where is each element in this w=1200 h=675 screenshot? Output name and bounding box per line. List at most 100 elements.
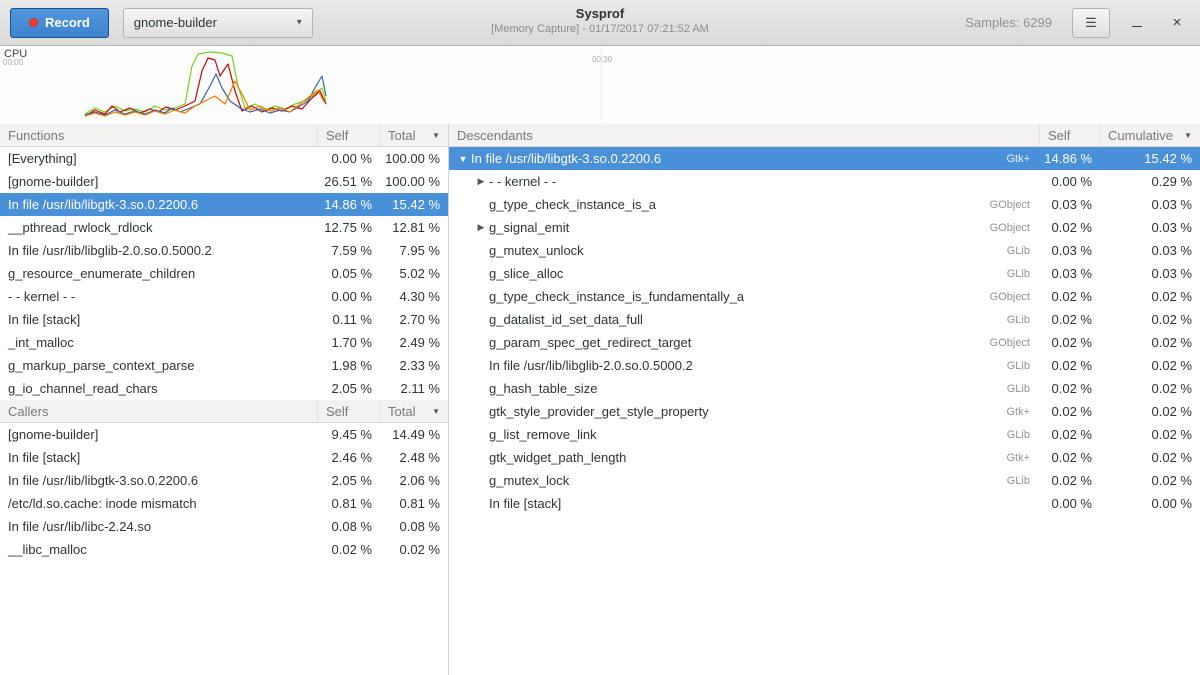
callers-self-column-header[interactable]: Self [318, 400, 380, 422]
cumulative-value: 15.42 % [1100, 151, 1200, 166]
cumulative-value: 0.02 % [1100, 450, 1200, 465]
callers-column-header[interactable]: Callers [0, 400, 318, 422]
table-row[interactable]: In file /usr/lib/libgtk-3.so.0.2200.62.0… [0, 469, 448, 492]
tree-row[interactable]: g_hash_table_sizeGLib0.02 %0.02 % [449, 377, 1200, 400]
table-row[interactable]: [gnome-builder]26.51 %100.00 % [0, 170, 448, 193]
menu-button[interactable]: ☰ [1072, 8, 1110, 38]
tree-row[interactable]: g_type_check_instance_is_aGObject0.03 %0… [449, 193, 1200, 216]
self-value: 2.05 % [318, 381, 380, 396]
hamburger-icon: ☰ [1085, 15, 1097, 31]
self-value: 0.02 % [1040, 220, 1100, 235]
table-row[interactable]: - - kernel - -0.00 %4.30 % [0, 285, 448, 308]
tree-row[interactable]: In file /usr/lib/libglib-2.0.so.0.5000.2… [449, 354, 1200, 377]
functions-total-column-header[interactable]: Total ▼ [380, 124, 448, 146]
functions-column-header[interactable]: Functions [0, 124, 318, 146]
total-value: 15.42 % [380, 197, 448, 212]
tree-row[interactable]: g_datalist_id_set_data_fullGLib0.02 %0.0… [449, 308, 1200, 331]
descendants-cumulative-column-header[interactable]: Cumulative ▼ [1100, 124, 1200, 146]
descendant-name-cell: g_list_remove_linkGLib [449, 427, 1040, 442]
table-row[interactable]: In file [stack]2.46 %2.48 % [0, 446, 448, 469]
table-row[interactable]: [gnome-builder]9.45 %14.49 % [0, 423, 448, 446]
tree-row[interactable]: In file [stack]0.00 %0.00 % [449, 492, 1200, 515]
library-badge: GObject [990, 222, 1040, 234]
descendant-name: g_mutex_unlock [489, 243, 584, 258]
self-value: 0.02 % [1040, 427, 1100, 442]
table-row[interactable]: __libc_malloc0.02 %0.02 % [0, 538, 448, 561]
total-value: 2.11 % [380, 381, 448, 396]
descendants-self-column-header[interactable]: Self [1040, 124, 1100, 146]
process-selector-dropdown[interactable]: gnome-builder ▾ [123, 8, 313, 38]
table-row[interactable]: In file /usr/lib/libglib-2.0.so.0.5000.2… [0, 239, 448, 262]
total-value: 2.33 % [380, 358, 448, 373]
total-value: 2.06 % [380, 473, 448, 488]
callers-total-column-header[interactable]: Total ▼ [380, 400, 448, 422]
expander-closed-icon[interactable]: ▶ [473, 176, 489, 187]
descendant-name: g_param_spec_get_redirect_target [489, 335, 691, 350]
table-row[interactable]: In file /usr/lib/libgtk-3.so.0.2200.614.… [0, 193, 448, 216]
self-value: 9.45 % [318, 427, 380, 442]
tree-row[interactable]: ▶g_signal_emitGObject0.02 %0.03 % [449, 216, 1200, 239]
function-name: - - kernel - - [0, 289, 318, 304]
tree-row[interactable]: g_mutex_unlockGLib0.03 %0.03 % [449, 239, 1200, 262]
close-button[interactable]: × [1164, 10, 1190, 36]
descendant-name: gtk_widget_path_length [489, 450, 626, 465]
table-row[interactable]: g_io_channel_read_chars2.05 %2.11 % [0, 377, 448, 400]
functions-self-column-header[interactable]: Self [318, 124, 380, 146]
sort-arrow-icon: ▼ [432, 407, 440, 416]
descendant-name-cell: g_mutex_lockGLib [449, 473, 1040, 488]
cumulative-value: 0.02 % [1100, 312, 1200, 327]
tree-row[interactable]: ▼In file /usr/lib/libgtk-3.so.0.2200.6Gt… [449, 147, 1200, 170]
descendant-name-cell: g_type_check_instance_is_aGObject [449, 197, 1040, 212]
descendant-name: g_list_remove_link [489, 427, 597, 442]
library-badge: GLib [1007, 268, 1040, 280]
minimize-button[interactable] [1124, 10, 1150, 36]
record-button[interactable]: Record [10, 8, 109, 38]
table-row[interactable]: In file [stack]0.11 %2.70 % [0, 308, 448, 331]
descendant-name: g_slice_alloc [489, 266, 563, 281]
tree-row[interactable]: gtk_widget_path_lengthGtk+0.02 %0.02 % [449, 446, 1200, 469]
self-value: 0.02 % [1040, 312, 1100, 327]
self-value: 26.51 % [318, 174, 380, 189]
self-value: 0.00 % [1040, 496, 1100, 511]
table-row[interactable]: __pthread_rwlock_rdlock12.75 %12.81 % [0, 216, 448, 239]
self-value: 0.00 % [318, 289, 380, 304]
table-row[interactable]: g_resource_enumerate_children0.05 %5.02 … [0, 262, 448, 285]
descendants-column-header[interactable]: Descendants [449, 124, 1040, 146]
expander-closed-icon[interactable]: ▶ [473, 222, 489, 233]
table-row[interactable]: g_markup_parse_context_parse1.98 %2.33 % [0, 354, 448, 377]
function-name: _int_malloc [0, 335, 318, 350]
tree-row[interactable]: g_slice_allocGLib0.03 %0.03 % [449, 262, 1200, 285]
self-value: 0.02 % [318, 542, 380, 557]
table-row[interactable]: [Everything]0.00 %100.00 % [0, 147, 448, 170]
table-row[interactable]: /etc/ld.so.cache: inode mismatch0.81 %0.… [0, 492, 448, 515]
tree-row[interactable]: g_param_spec_get_redirect_targetGObject0… [449, 331, 1200, 354]
tree-row[interactable]: gtk_style_provider_get_style_propertyGtk… [449, 400, 1200, 423]
descendant-name-cell: g_type_check_instance_is_fundamentally_a… [449, 289, 1040, 304]
self-value: 12.75 % [318, 220, 380, 235]
library-badge: GLib [1007, 245, 1040, 257]
close-icon: × [1173, 14, 1182, 31]
sort-arrow-icon: ▼ [1184, 131, 1192, 140]
table-row[interactable]: _int_malloc1.70 %2.49 % [0, 331, 448, 354]
tree-row[interactable]: ▶- - kernel - -0.00 %0.29 % [449, 170, 1200, 193]
library-badge: GLib [1007, 360, 1040, 372]
cumulative-value: 0.03 % [1100, 220, 1200, 235]
tree-row[interactable]: g_mutex_lockGLib0.02 %0.02 % [449, 469, 1200, 492]
descendant-name-cell: ▶g_signal_emitGObject [449, 220, 1040, 235]
cpu-usage-graph[interactable]: CPU 00:00 00:30 [0, 46, 1200, 124]
expander-open-icon[interactable]: ▼ [455, 154, 471, 164]
cumulative-value: 0.03 % [1100, 197, 1200, 212]
cumulative-value: 0.02 % [1100, 335, 1200, 350]
tree-row[interactable]: g_list_remove_linkGLib0.02 %0.02 % [449, 423, 1200, 446]
descendant-name: gtk_style_provider_get_style_property [489, 404, 709, 419]
self-value: 7.59 % [318, 243, 380, 258]
descendant-name-cell: ▼In file /usr/lib/libgtk-3.so.0.2200.6Gt… [449, 151, 1040, 166]
function-name: /etc/ld.so.cache: inode mismatch [0, 496, 318, 511]
table-row[interactable]: In file /usr/lib/libc-2.24.so0.08 %0.08 … [0, 515, 448, 538]
total-value: 5.02 % [380, 266, 448, 281]
tree-row[interactable]: g_type_check_instance_is_fundamentally_a… [449, 285, 1200, 308]
samples-count: Samples: 6299 [965, 15, 1052, 30]
self-value: 0.08 % [318, 519, 380, 534]
descendants-table: ▼In file /usr/lib/libgtk-3.so.0.2200.6Gt… [449, 147, 1200, 515]
record-button-label: Record [45, 15, 90, 30]
